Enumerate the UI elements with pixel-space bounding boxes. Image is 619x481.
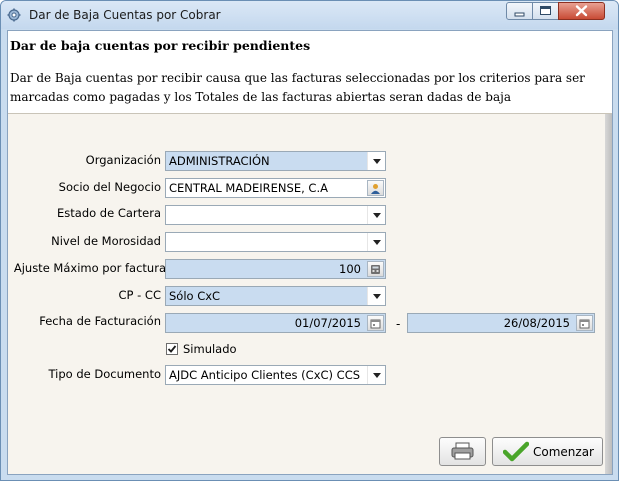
- estado-label: Estado de Cartera: [57, 206, 161, 220]
- nivel-label: Nivel de Morosidad: [51, 234, 161, 248]
- process-title: Dar de baja cuentas por recibir pendient…: [10, 38, 311, 53]
- organizacion-select[interactable]: ADMINISTRACIÓN: [165, 151, 386, 171]
- simulado-checkbox[interactable]: [166, 343, 178, 355]
- cpcc-label: CP - CC: [118, 288, 162, 302]
- tipo-label: Tipo de Documento: [48, 367, 161, 381]
- fecha-hasta-value: 26/08/2015: [503, 316, 570, 330]
- nivel-select[interactable]: [165, 232, 386, 252]
- chevron-down-icon[interactable]: [367, 287, 385, 305]
- estado-select[interactable]: [165, 205, 386, 225]
- calendar-button[interactable]: [367, 315, 384, 331]
- minimize-button[interactable]: [506, 2, 533, 20]
- socio-value: CENTRAL MADEIRENSE, C.A: [169, 181, 328, 195]
- calendar-icon: [579, 319, 590, 328]
- calculator-button[interactable]: [367, 261, 384, 277]
- ajuste-label: Ajuste Máximo por factura: [13, 261, 166, 275]
- calendar-button[interactable]: [576, 315, 593, 331]
- fecha-desde-value: 01/07/2015: [294, 316, 361, 330]
- socio-field[interactable]: CENTRAL MADEIRENSE, C.A: [165, 178, 386, 198]
- ajuste-value: 100: [339, 262, 361, 276]
- close-icon: [575, 5, 588, 17]
- scrollbar[interactable]: [605, 114, 612, 474]
- user-icon: [371, 183, 380, 194]
- calendar-icon: [370, 319, 381, 328]
- chevron-down-icon[interactable]: [367, 233, 385, 251]
- ajuste-number-field[interactable]: 100: [165, 259, 386, 279]
- window-title: Dar de Baja Cuentas por Cobrar: [29, 8, 221, 22]
- socio-label: Socio del Negocio: [58, 180, 161, 194]
- start-button-label: Comenzar: [533, 445, 594, 459]
- process-description: Dar de Baja cuentas por recibir causa qu…: [10, 71, 585, 104]
- minimize-icon: [514, 12, 525, 17]
- chevron-down-icon[interactable]: [367, 206, 385, 224]
- checkmark-icon: [167, 345, 177, 353]
- date-range-separator: -: [396, 317, 401, 331]
- organizacion-label: Organización: [85, 153, 161, 167]
- cpcc-value: Sólo CxC: [169, 289, 221, 303]
- simulado-label: Simulado: [183, 342, 237, 356]
- print-button[interactable]: [439, 437, 486, 466]
- checkmark-icon: [503, 441, 529, 462]
- partner-lookup-button[interactable]: [367, 180, 384, 196]
- printer-icon: [451, 442, 474, 460]
- tipo-select[interactable]: AJDC Anticipo Clientes (CxC) CCS: [165, 365, 386, 385]
- fecha-hasta-field[interactable]: 26/08/2015: [407, 313, 595, 333]
- calculator-icon: [371, 264, 380, 274]
- cpcc-select[interactable]: Sólo CxC: [165, 286, 386, 306]
- dialog-content: Dar de baja cuentas por recibir pendient…: [7, 30, 613, 475]
- organizacion-value: ADMINISTRACIÓN: [169, 154, 270, 168]
- title-bar[interactable]: Dar de Baja Cuentas por Cobrar: [1, 1, 618, 29]
- chevron-down-icon[interactable]: [367, 366, 385, 384]
- fecha-desde-field[interactable]: 01/07/2015: [165, 313, 386, 333]
- maximize-button[interactable]: [532, 2, 559, 20]
- start-button[interactable]: Comenzar: [492, 437, 603, 466]
- chevron-down-icon[interactable]: [367, 152, 385, 170]
- dialog-window: Dar de Baja Cuentas por Cobrar Dar de ba…: [0, 0, 619, 481]
- gear-icon: [7, 8, 21, 22]
- close-button[interactable]: [558, 2, 605, 20]
- description-panel: Dar de baja cuentas por recibir pendient…: [8, 31, 612, 114]
- tipo-value: AJDC Anticipo Clientes (CxC) CCS: [169, 368, 361, 382]
- maximize-icon: [540, 6, 551, 15]
- fecha-label: Fecha de Facturación: [39, 314, 161, 328]
